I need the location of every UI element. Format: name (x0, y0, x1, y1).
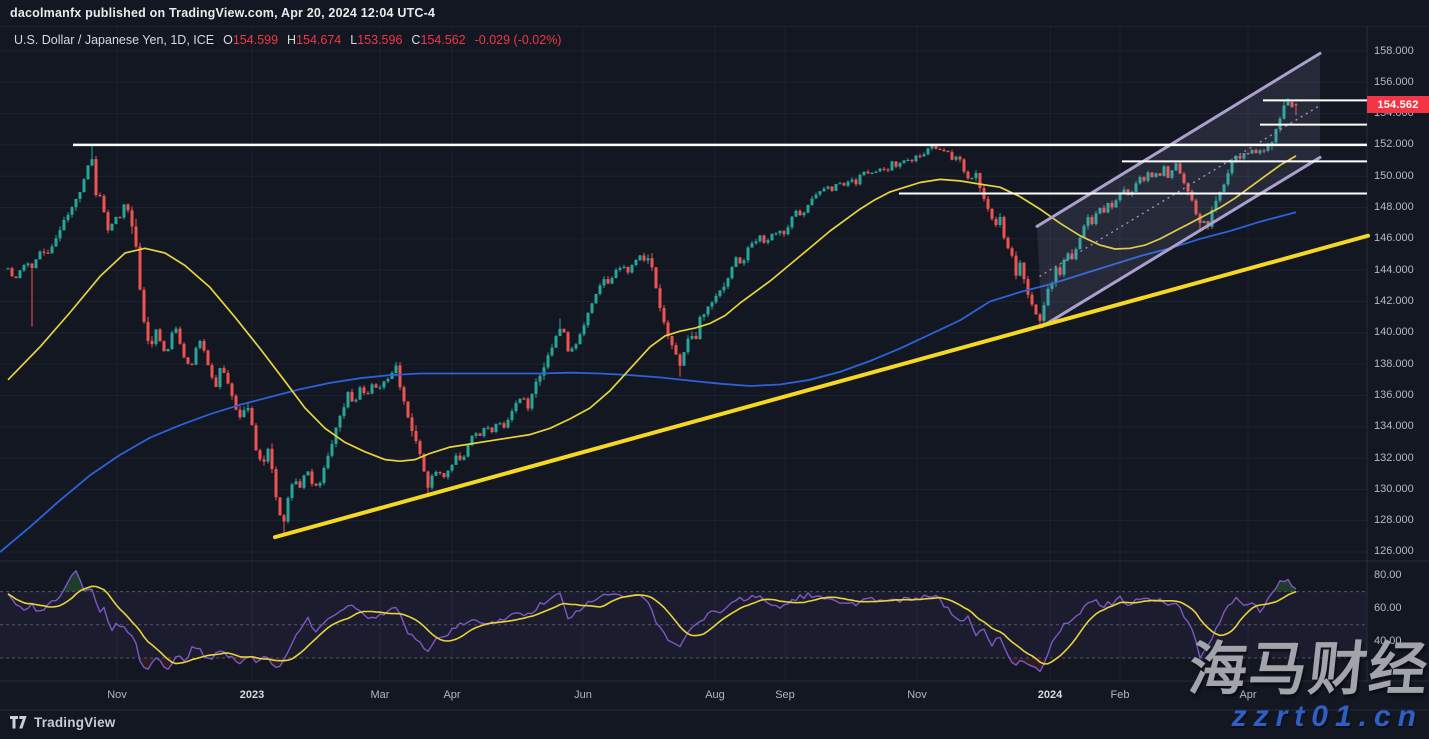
price-chart-canvas[interactable] (0, 0, 1429, 739)
watermark-chinese: 海马财经 (1186, 638, 1429, 702)
last-price-label: 154.562 (1367, 96, 1429, 113)
time-tick-label: Mar (371, 689, 390, 701)
tradingview-logo-icon[interactable] (10, 716, 27, 729)
price-tick-label: 134.000 (1374, 420, 1414, 432)
time-tick-label: Nov (107, 689, 127, 701)
price-tick-label: 136.000 (1374, 389, 1414, 401)
tradingview-brand-text[interactable]: TradingView (34, 715, 115, 730)
rsi-tick-label: 80.00 (1374, 569, 1402, 581)
time-tick-label: 2024 (1038, 689, 1062, 701)
price-tick-label: 148.000 (1374, 201, 1414, 213)
ohlc-close: C154.562 (411, 33, 465, 47)
change-value: -0.029 (-0.02%) (475, 33, 562, 47)
publish-info-bar: dacolmanfx published on TradingView.com,… (0, 0, 1429, 26)
watermark-url: zzrt01.cn (1232, 700, 1423, 734)
price-tick-label: 158.000 (1374, 45, 1414, 57)
ohlc-open: O154.599 (223, 33, 278, 47)
price-tick-label: 156.000 (1374, 76, 1414, 88)
time-tick-label: Nov (907, 689, 927, 701)
price-tick-label: 152.000 (1374, 138, 1414, 150)
price-tick-label: 150.000 (1374, 170, 1414, 182)
rsi-tick-label: 60.00 (1374, 602, 1402, 614)
price-tick-label: 130.000 (1374, 483, 1414, 495)
trendline-support (275, 236, 1368, 537)
price-tick-label: 140.000 (1374, 326, 1414, 338)
symbol-title: U.S. Dollar / Japanese Yen, 1D, ICE (14, 33, 214, 47)
time-tick-label: Apr (443, 689, 460, 701)
price-tick-label: 132.000 (1374, 452, 1414, 464)
price-tick-label: 146.000 (1374, 232, 1414, 244)
price-tick-label: 126.000 (1374, 545, 1414, 557)
parallel-channel-fill (1037, 53, 1320, 326)
price-tick-label: 144.000 (1374, 264, 1414, 276)
price-tick-label: 138.000 (1374, 358, 1414, 370)
time-tick-label: Sep (775, 689, 795, 701)
tradingview-footer-link[interactable]: TradingView (10, 715, 115, 730)
tradingview-published-chart-page: dacolmanfx published on TradingView.com,… (0, 0, 1429, 739)
publish-info-text: dacolmanfx published on TradingView.com,… (10, 6, 435, 20)
ohlc-high: H154.674 (287, 33, 341, 47)
time-tick-label: Feb (1111, 689, 1130, 701)
price-tick-label: 142.000 (1374, 295, 1414, 307)
ohlc-low: L153.596 (350, 33, 402, 47)
candles-layer (7, 98, 1298, 533)
time-tick-label: Aug (705, 689, 725, 701)
time-tick-label: 2023 (240, 689, 264, 701)
time-tick-label: Jun (574, 689, 592, 701)
symbol-legend: U.S. Dollar / Japanese Yen, 1D, ICE O154… (14, 33, 561, 47)
price-tick-label: 128.000 (1374, 514, 1414, 526)
